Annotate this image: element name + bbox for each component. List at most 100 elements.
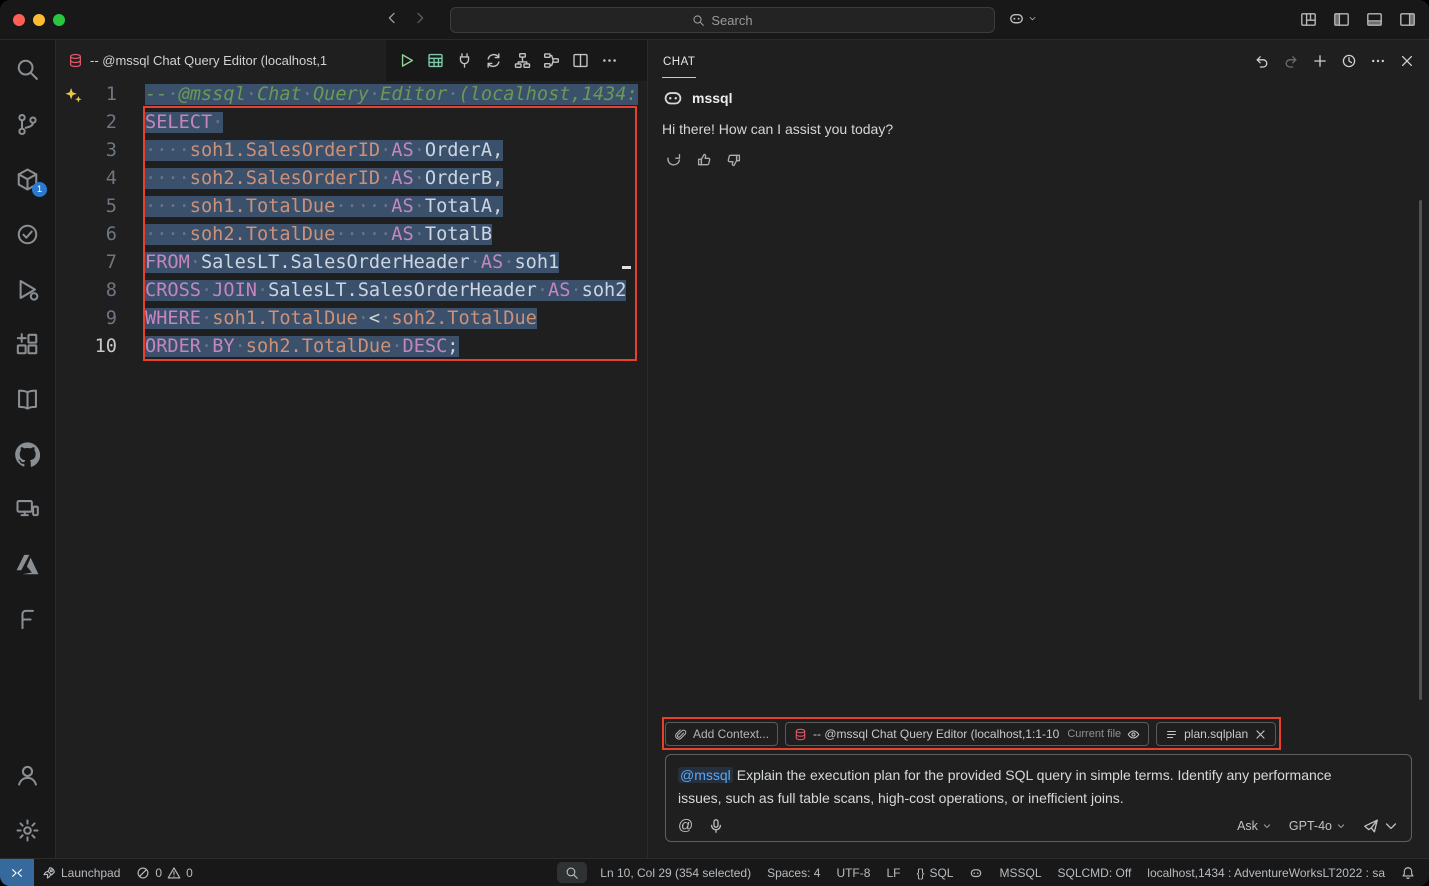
activity-search[interactable] xyxy=(0,42,55,97)
status-problems[interactable]: 00 xyxy=(128,859,200,886)
retry-icon xyxy=(666,152,682,168)
redo-button[interactable] xyxy=(1278,48,1303,73)
branch-icon xyxy=(15,112,40,137)
activity-extensions[interactable] xyxy=(0,317,55,372)
bell-icon xyxy=(1401,866,1415,880)
vscode-window: Search 1 -- @mssql Chat Query Editor (lo… xyxy=(0,0,1429,886)
undo-button[interactable] xyxy=(1249,48,1274,73)
code-line[interactable]: ····soh1.TotalDue·····AS·TotalA, xyxy=(145,193,647,221)
ellipsis-icon xyxy=(1370,53,1386,69)
activity-fabric[interactable] xyxy=(0,592,55,647)
minimize-window-button[interactable] xyxy=(33,14,45,26)
status-connection[interactable]: localhost,1434 : AdventureWorksLT2022 : … xyxy=(1139,859,1393,886)
runDebug-icon xyxy=(15,277,40,302)
status-mssql[interactable]: MSSQL xyxy=(991,859,1049,886)
model-picker[interactable]: GPT-4o xyxy=(1289,819,1346,833)
toggle-primary-sidebar-button[interactable] xyxy=(1333,11,1350,28)
status-launchpad[interactable]: Launchpad xyxy=(34,859,128,886)
send-button[interactable] xyxy=(1363,818,1399,834)
activity-run-and-debug[interactable] xyxy=(0,262,55,317)
mssql-mention-chip[interactable]: @mssql xyxy=(678,767,733,783)
run-query-button[interactable] xyxy=(392,40,421,81)
status-sqlcmd[interactable]: SQLCMD: Off xyxy=(1050,859,1140,886)
mic-icon[interactable] xyxy=(708,818,724,834)
chat-input-content[interactable]: @mssqlExplain the execution plan for the… xyxy=(678,764,1333,810)
titlebar: Search xyxy=(0,0,1429,40)
activity-testing[interactable] xyxy=(0,207,55,262)
code-line[interactable]: ····soh2.TotalDue·····AS·TotalB xyxy=(145,221,647,249)
line-number: 10 xyxy=(56,333,117,361)
add-context-button[interactable]: Add Context... xyxy=(665,722,778,746)
status-language-mode[interactable]: {}SQL xyxy=(908,859,961,886)
context-chip-current-file[interactable]: -- @mssql Chat Query Editor (localhost,1… xyxy=(785,722,1149,746)
customize-layout-button[interactable] xyxy=(1300,11,1317,28)
visualize-schema-button[interactable] xyxy=(508,40,537,81)
status-cursor-position[interactable]: Ln 10, Col 29 (354 selected) xyxy=(592,859,759,886)
status-eol[interactable]: LF xyxy=(878,859,908,886)
plan-chip-label: plan.sqlplan xyxy=(1184,727,1248,741)
more-actions-button[interactable] xyxy=(595,40,624,81)
code-editor[interactable]: 12345678910 --·@mssql·Chat·Query·Editor·… xyxy=(56,81,647,858)
history-icon xyxy=(1341,53,1357,69)
activity-github[interactable] xyxy=(0,427,55,482)
code-line[interactable]: WHERE·soh1.TotalDue·<·soh2.TotalDue xyxy=(145,305,647,333)
code-line[interactable]: CROSS·JOIN·SalesLT.SalesOrderHeader·AS·s… xyxy=(145,277,647,305)
activity-accounts[interactable] xyxy=(0,748,55,803)
activity-settings[interactable] xyxy=(0,803,55,858)
code-line[interactable]: ····soh1.SalesOrderID·AS·OrderA, xyxy=(145,137,647,165)
thumbs-up-button[interactable] xyxy=(692,148,716,172)
status-text: SQLCMD: Off xyxy=(1058,866,1132,880)
zoom-window-button[interactable] xyxy=(53,14,65,26)
status-zoom[interactable] xyxy=(557,862,587,883)
copilot-sparkle-icon[interactable] xyxy=(63,85,83,105)
code-line[interactable]: SELECT· xyxy=(145,109,647,137)
status-indentation[interactable]: Spaces: 4 xyxy=(759,859,828,886)
mode-picker[interactable]: Ask xyxy=(1237,819,1272,833)
eye-icon[interactable] xyxy=(1127,728,1140,741)
new-chat-button[interactable] xyxy=(1307,48,1332,73)
open-results-grid-button[interactable] xyxy=(421,40,450,81)
activity-source-control[interactable] xyxy=(0,97,55,152)
context-chip-plan-file[interactable]: plan.sqlplan xyxy=(1156,722,1276,746)
code-line[interactable]: ORDER·BY·soh2.TotalDue·DESC; xyxy=(145,333,647,361)
line-number: 8 xyxy=(56,277,117,305)
more-actions-button[interactable] xyxy=(1365,48,1390,73)
close-window-button[interactable] xyxy=(13,14,25,26)
status-notifications[interactable] xyxy=(1393,859,1423,886)
status-text: {} xyxy=(916,866,924,880)
status-text: Ln 10, Col 29 (354 selected) xyxy=(600,866,751,880)
activity-badge: 1 xyxy=(32,182,47,197)
estimated-execution-plan-button[interactable] xyxy=(537,40,566,81)
go-back-button[interactable] xyxy=(384,10,400,26)
github-icon xyxy=(15,442,40,467)
code-line[interactable]: FROM·SalesLT.SalesOrderHeader·AS·soh1 xyxy=(145,249,647,277)
code-line[interactable]: --·@mssql·Chat·Query·Editor·(localhost,1… xyxy=(145,81,647,109)
mention-button[interactable]: @ xyxy=(678,818,693,834)
thumbs-down-button[interactable] xyxy=(722,148,746,172)
remove-attachment-icon[interactable] xyxy=(1254,728,1267,741)
tab-query-editor[interactable]: -- @mssql Chat Query Editor (localhost,1 xyxy=(56,40,386,81)
search-icon xyxy=(15,57,40,82)
activity-notebooks[interactable] xyxy=(0,372,55,427)
toggle-panel-button[interactable] xyxy=(1366,11,1383,28)
chat-history-button[interactable] xyxy=(1336,48,1361,73)
regenerate-button[interactable] xyxy=(662,148,686,172)
activity-sql-extension[interactable]: 1 xyxy=(0,152,55,207)
toggle-secondary-sidebar-button[interactable] xyxy=(1399,11,1416,28)
chat-input[interactable]: @mssqlExplain the execution plan for the… xyxy=(665,754,1412,842)
close-panel-button[interactable] xyxy=(1394,48,1419,73)
chat-panel-title[interactable]: CHAT xyxy=(662,44,696,78)
status-remote[interactable] xyxy=(0,859,34,886)
disconnect-button[interactable] xyxy=(450,40,479,81)
copilot-menu-button[interactable] xyxy=(1008,10,1037,27)
split-editor-button[interactable] xyxy=(566,40,595,81)
activity-remote-explorer[interactable] xyxy=(0,482,55,537)
command-center-search[interactable]: Search xyxy=(450,7,995,33)
activity-azure[interactable] xyxy=(0,537,55,592)
change-connection-button[interactable] xyxy=(479,40,508,81)
status-copilot[interactable] xyxy=(961,859,991,886)
scrollbar[interactable] xyxy=(1419,200,1422,700)
status-encoding[interactable]: UTF-8 xyxy=(828,859,878,886)
code-line[interactable]: ····soh2.SalesOrderID·AS·OrderB, xyxy=(145,165,647,193)
go-forward-button[interactable] xyxy=(412,10,428,26)
